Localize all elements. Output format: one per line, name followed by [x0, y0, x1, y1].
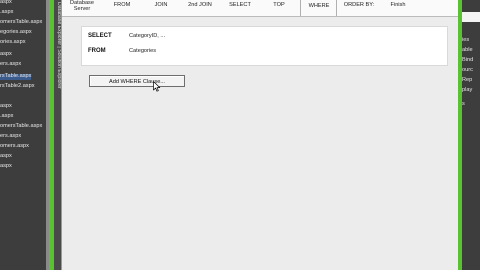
- file-item[interactable]: .aspx: [0, 9, 13, 16]
- query-preview-panel: SELECT CategoryID, ... FROM Categories: [81, 26, 448, 66]
- wizard-tab-database-server[interactable]: Database Server: [66, 0, 98, 13]
- vertical-tab-strip[interactable]: Database Explorer | Solution Explorer: [54, 0, 62, 270]
- property-item[interactable]: Bind: [462, 57, 473, 63]
- wizard-tab-2nd-join[interactable]: 2nd JOIN: [186, 2, 214, 9]
- wizard-step-tabs: Database Server FROM JOIN 2nd JOIN SELECT TOP…: [62, 0, 458, 17]
- property-item[interactable]: able: [462, 47, 473, 53]
- properties-header: [462, 12, 480, 22]
- file-item[interactable]: .aspx: [0, 113, 13, 120]
- add-where-clause-button[interactable]: Add WHERE Clause...: [89, 75, 185, 87]
- wizard-tab-where[interactable]: WHERE: [307, 3, 331, 10]
- file-item[interactable]: egories.aspx: [0, 29, 32, 36]
- file-item[interactable]: aspx: [0, 0, 12, 6]
- property-item[interactable]: play: [462, 87, 472, 93]
- property-item[interactable]: ies: [462, 37, 469, 43]
- file-item[interactable]: aspx: [0, 51, 12, 58]
- file-item[interactable]: omers.aspx: [0, 143, 29, 150]
- tab-separator: [300, 0, 301, 16]
- from-table-value: Categories: [129, 48, 157, 54]
- property-item[interactable]: s: [462, 101, 465, 107]
- property-item[interactable]: Rep: [462, 77, 472, 83]
- wizard-tab-from[interactable]: FROM: [112, 2, 132, 9]
- file-item[interactable]: ers.aspx: [0, 61, 21, 68]
- solution-explorer-pane: aspx .aspx omersTable.aspx egories.aspx orie…: [0, 0, 46, 270]
- from-keyword: FROM: [88, 48, 106, 54]
- tab-separator: [336, 0, 337, 16]
- file-item[interactable]: rsTable.aspx: [0, 73, 32, 80]
- property-item[interactable]: ourc: [462, 67, 473, 73]
- query-wizard-window: Database Server FROM JOIN 2nd JOIN SELECT TOP…: [61, 0, 459, 270]
- file-item[interactable]: ers.aspx: [0, 133, 21, 140]
- wizard-tab-join[interactable]: JOIN: [152, 2, 170, 9]
- mouse-cursor-icon: [153, 81, 161, 92]
- wizard-tab-select[interactable]: SELECT: [228, 2, 252, 9]
- wizard-tab-top[interactable]: TOP: [272, 2, 286, 9]
- file-item[interactable]: aspx: [0, 103, 12, 110]
- file-item[interactable]: aspx: [0, 163, 12, 170]
- file-item[interactable]: omersTable.aspx: [0, 123, 42, 130]
- select-keyword: SELECT: [88, 33, 112, 39]
- select-columns-value: CategoryID, ...: [129, 33, 166, 39]
- file-item[interactable]: aspx: [0, 153, 12, 160]
- file-item[interactable]: ories.aspx: [0, 39, 26, 46]
- wizard-tab-finish[interactable]: Finish: [388, 2, 408, 9]
- file-item[interactable]: rsTable2.aspx: [0, 83, 35, 90]
- properties-pane: ies able Bind ourc Rep play s: [462, 0, 480, 270]
- file-item[interactable]: omersTable.aspx: [0, 19, 42, 26]
- wizard-tab-order-by[interactable]: ORDER BY:: [342, 2, 376, 9]
